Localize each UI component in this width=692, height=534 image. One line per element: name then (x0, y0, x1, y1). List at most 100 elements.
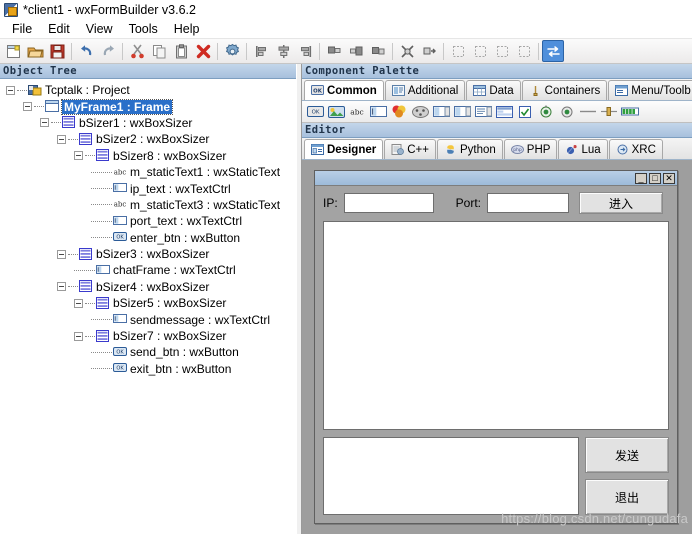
palette-tab-data[interactable]: Data (466, 80, 521, 100)
tree-expander-icon[interactable] (57, 134, 66, 144)
wxradiobutton-icon[interactable] (537, 105, 555, 119)
wxgauge-icon[interactable] (621, 105, 639, 119)
menu-help[interactable]: Help (166, 21, 208, 37)
tree-node[interactable]: port_text : wxTextCtrl (0, 213, 296, 229)
minimize-button[interactable]: _ (635, 172, 647, 184)
tab-lua[interactable]: Lua (558, 139, 608, 159)
palette-tab-menu-toolbar[interactable]: Menu/Toolb (608, 80, 692, 100)
wxformbuilder-window: *client1 - wxFormBuilder v3.6.2 File Edi… (0, 0, 692, 534)
align-center-icon[interactable] (272, 40, 294, 62)
align-top-icon[interactable] (323, 40, 345, 62)
menu-edit[interactable]: Edit (40, 21, 78, 37)
undo-icon[interactable] (75, 40, 97, 62)
expand-icon[interactable] (396, 40, 418, 62)
tab-python[interactable]: Python (436, 139, 503, 159)
menu-file[interactable]: File (4, 21, 40, 37)
tree-node[interactable]: OK enter_btn : wxButton (0, 230, 296, 246)
close-button[interactable]: ✕ (663, 172, 675, 184)
new-file-icon[interactable] (2, 40, 24, 62)
palette-tab-common[interactable]: OK Common (304, 80, 384, 100)
wxstaticbitmap-icon[interactable] (390, 105, 408, 119)
tree-node[interactable]: abc m_staticText3 : wxStaticText (0, 197, 296, 213)
maximize-button[interactable]: □ (649, 172, 661, 184)
exit-button[interactable]: 退出 (585, 479, 669, 515)
tab-cpp[interactable]: C++ (384, 139, 436, 159)
tree-node[interactable]: bSizer7 : wxBoxSizer (0, 328, 296, 344)
align-middle-icon[interactable] (345, 40, 367, 62)
designer-canvas[interactable]: _ □ ✕ IP: Port: 进入 发送 退出 https://blog.cs… (302, 160, 692, 534)
enter-button[interactable]: 进入 (579, 192, 664, 214)
tree-node[interactable]: ip_text : wxTextCtrl (0, 180, 296, 196)
paste-clipboard-icon[interactable] (170, 40, 192, 62)
tree-expander-icon[interactable] (74, 298, 83, 308)
tree-node[interactable]: Tcptalk : Project (0, 82, 296, 98)
tree-node[interactable]: abc m_staticText1 : wxStaticText (0, 164, 296, 180)
wxlistctrl-icon[interactable] (495, 105, 513, 119)
wxcombobox-icon[interactable] (411, 105, 429, 119)
menu-tools[interactable]: Tools (121, 21, 166, 37)
tree-node[interactable]: OK send_btn : wxButton (0, 344, 296, 360)
wxspinctrl-icon[interactable] (453, 105, 471, 119)
open-folder-icon[interactable] (24, 40, 46, 62)
wxbutton-icon[interactable]: OK (306, 105, 324, 119)
wxstaticline-icon[interactable] (579, 105, 597, 119)
tab-designer[interactable]: Designer (304, 139, 384, 159)
sendmessage-textarea[interactable] (323, 437, 579, 515)
delete-x-icon[interactable] (192, 40, 214, 62)
tree-node[interactable]: bSizer1 : wxBoxSizer (0, 115, 296, 131)
wxbitmapbutton-icon[interactable] (327, 105, 345, 119)
cut-scissors-icon[interactable] (126, 40, 148, 62)
menu-view[interactable]: View (78, 21, 121, 37)
tree-expander-icon[interactable] (57, 249, 66, 259)
toggle-orientation-icon[interactable] (542, 40, 564, 62)
palette-tab-additional[interactable]: Additional (384, 80, 466, 100)
align-bottom-icon[interactable] (367, 40, 389, 62)
generate-code-gear-icon[interactable] (221, 40, 243, 62)
wxlistbox-icon[interactable] (474, 105, 492, 119)
tree-node[interactable]: bSizer2 : wxBoxSizer (0, 131, 296, 147)
tree-expander-icon[interactable] (23, 102, 32, 112)
border-top-icon[interactable] (491, 40, 513, 62)
align-left-icon[interactable] (250, 40, 272, 62)
tree-node[interactable]: bSizer5 : wxBoxSizer (0, 295, 296, 311)
tree-node-label: send_btn : wxButton (130, 345, 239, 360)
border-bottom-icon[interactable] (513, 40, 535, 62)
copy-icon[interactable] (148, 40, 170, 62)
align-right-icon[interactable] (294, 40, 316, 62)
tree-node[interactable]: MyFrame1 : Frame (0, 98, 296, 115)
save-icon[interactable] (46, 40, 68, 62)
tree-expander-icon[interactable] (40, 118, 49, 128)
tree-node[interactable]: bSizer3 : wxBoxSizer (0, 246, 296, 262)
tree-node[interactable]: bSizer8 : wxBoxSizer (0, 148, 296, 164)
tab-php[interactable]: php PHP (503, 139, 558, 159)
wxtextctrl-icon[interactable] (369, 105, 387, 119)
tree-node[interactable]: chatFrame : wxTextCtrl (0, 262, 296, 278)
tree-expander-icon[interactable] (57, 282, 66, 292)
ip-input[interactable] (343, 193, 434, 213)
palette-tab-label: Additional (407, 84, 459, 97)
palette-tab-containers[interactable]: Containers (521, 80, 608, 100)
wxstatictext-icon[interactable]: abc (348, 105, 366, 119)
object-tree[interactable]: Tcptalk : Project MyFrame1 : Frame bSizer1… (0, 79, 296, 534)
tree-node[interactable]: bSizer4 : wxBoxSizer (0, 279, 296, 295)
tree-expander-icon[interactable] (6, 85, 15, 95)
port-input[interactable] (487, 193, 570, 213)
send-button[interactable]: 发送 (585, 437, 669, 473)
redo-icon[interactable] (97, 40, 119, 62)
wxchoice-icon[interactable] (432, 105, 450, 119)
tree-expander-icon[interactable] (74, 151, 83, 161)
wxslider-icon[interactable] (600, 105, 618, 119)
tab-xrc[interactable]: XRC (608, 139, 663, 159)
stretch-icon[interactable] (418, 40, 440, 62)
wxcheckbox-icon[interactable] (516, 105, 534, 119)
textctrl-icon (113, 182, 127, 195)
border-right-icon[interactable] (469, 40, 491, 62)
border-left-icon[interactable] (447, 40, 469, 62)
mock-frame[interactable]: _ □ ✕ IP: Port: 进入 发送 退出 (314, 170, 678, 524)
tree-node[interactable]: OK exit_btn : wxButton (0, 361, 296, 377)
tree-expander-icon[interactable] (74, 331, 83, 341)
tree-node[interactable]: sendmessage : wxTextCtrl (0, 311, 296, 327)
wxtogglebutton-icon[interactable] (558, 105, 576, 119)
chat-frame-textarea[interactable] (323, 221, 669, 430)
palette-tab-label: Menu/Toolb (631, 84, 691, 97)
